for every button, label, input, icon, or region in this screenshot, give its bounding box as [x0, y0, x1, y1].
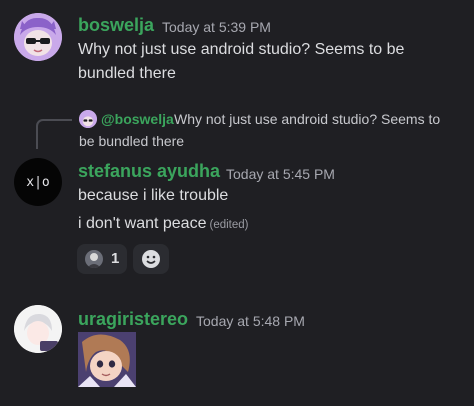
username[interactable]: boswelja: [78, 15, 154, 36]
anime-avatar-icon: [14, 305, 62, 353]
avatar-boswelja[interactable]: [14, 13, 62, 61]
avatar-logo-text: x|o: [26, 174, 50, 190]
profile-emoji-icon: [85, 250, 103, 268]
smiley-icon: [141, 249, 161, 274]
username[interactable]: uragiristereo: [78, 309, 188, 330]
anime-avatar-icon: [79, 110, 97, 128]
message-text-line: Why not just use android studio? Seems t…: [78, 41, 405, 58]
message-text-line: bundled there: [78, 65, 176, 82]
reply-username[interactable]: @boswelja: [101, 111, 174, 127]
message-text-line: because i like trouble: [78, 187, 229, 204]
username[interactable]: stefanus ayudha: [78, 161, 220, 182]
timestamp: Today at 5:39 PM: [162, 19, 271, 35]
reply-text-line[interactable]: Why not just use android studio? Seems t…: [174, 111, 440, 127]
reply-avatar-boswelja[interactable]: [79, 110, 97, 128]
message-text-line: i don't want peace (edited): [78, 215, 248, 233]
timestamp: Today at 5:48 PM: [196, 313, 305, 329]
avatar-uragiristereo[interactable]: [14, 305, 62, 353]
anime-avatar-icon: [14, 13, 62, 61]
reaction-button[interactable]: 1: [77, 244, 127, 274]
image-attachment[interactable]: [78, 332, 136, 387]
message-text: i don't want peace: [78, 215, 207, 232]
reply-spine: [36, 119, 72, 149]
add-reaction-button[interactable]: [133, 244, 169, 274]
reply-text-line[interactable]: be bundled there: [79, 133, 184, 149]
timestamp: Today at 5:45 PM: [226, 166, 335, 182]
avatar-stefanus[interactable]: x|o: [14, 158, 62, 206]
reaction-count: 1: [111, 250, 120, 267]
edited-label: (edited): [209, 219, 249, 231]
